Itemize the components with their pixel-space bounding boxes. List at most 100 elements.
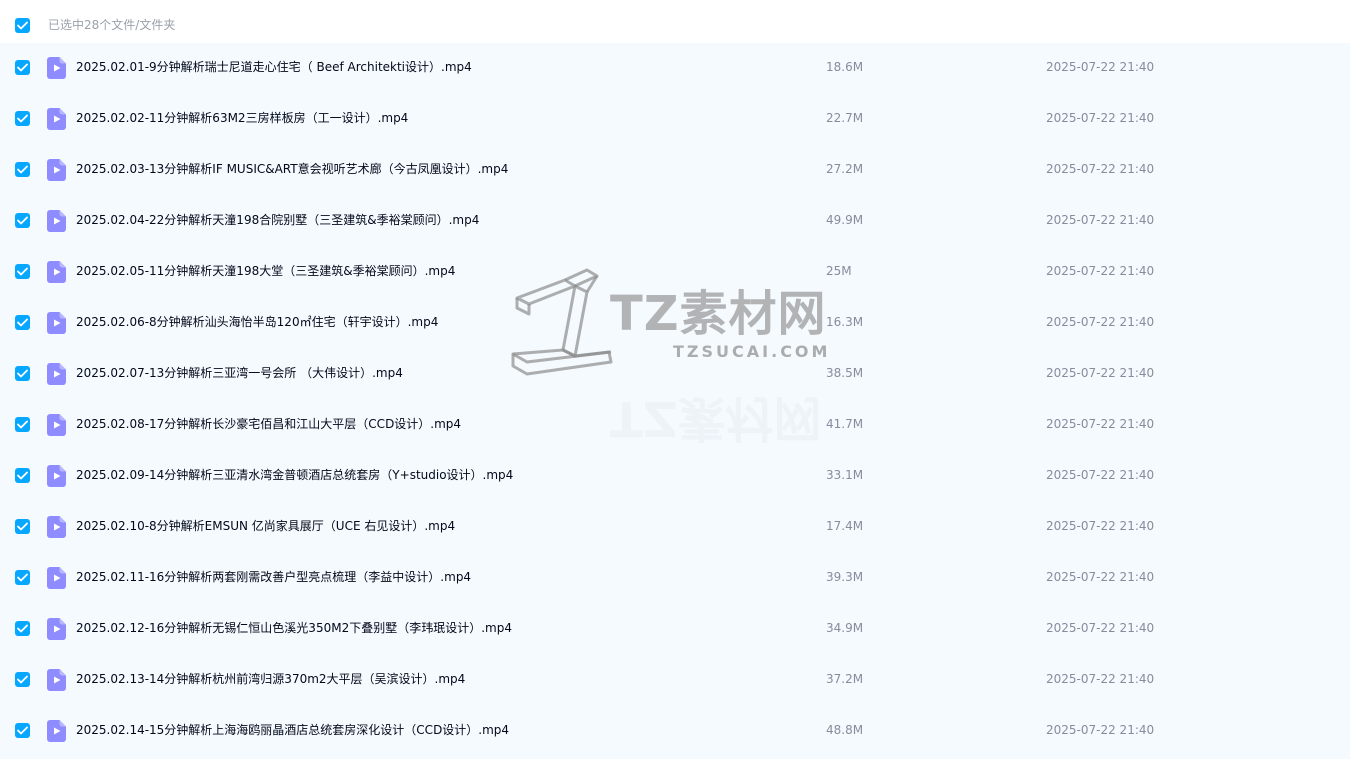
- video-file-icon: [47, 414, 66, 436]
- file-row[interactable]: 2025.02.12-16分钟解析无锡仁恒山色溪光350M2下叠别墅（李玮珉设计…: [0, 604, 1350, 655]
- file-modified-date: 2025-07-22 21:40: [1046, 570, 1155, 584]
- selection-count-text: 已选中28个文件/文件夹: [48, 18, 176, 32]
- file-size: 37.2M: [826, 672, 864, 686]
- check-icon: [17, 573, 28, 582]
- file-size: 41.7M: [826, 417, 864, 431]
- file-checkbox[interactable]: [15, 672, 30, 687]
- file-modified-date: 2025-07-22 21:40: [1046, 60, 1155, 74]
- video-file-icon: [47, 261, 66, 283]
- file-modified-date: 2025-07-22 21:40: [1046, 264, 1155, 278]
- check-icon: [17, 318, 28, 327]
- file-size: 18.6M: [826, 60, 864, 74]
- file-size: 33.1M: [826, 468, 864, 482]
- video-file-icon: [47, 210, 66, 232]
- file-checkbox[interactable]: [15, 468, 30, 483]
- file-row[interactable]: 2025.02.07-13分钟解析三亚湾一号会所 （大伟设计）.mp4 38.5M…: [0, 349, 1350, 400]
- file-name[interactable]: 2025.02.08-17分钟解析长沙豪宅佰昌和江山大平层（CCD设计）.mp4: [76, 416, 461, 433]
- check-icon: [17, 267, 28, 276]
- file-modified-date: 2025-07-22 21:40: [1046, 723, 1155, 737]
- file-modified-date: 2025-07-22 21:40: [1046, 162, 1155, 176]
- file-size: 38.5M: [826, 366, 864, 380]
- check-icon: [17, 369, 28, 378]
- file-size: 49.9M: [826, 213, 864, 227]
- file-list: 2025.02.01-9分钟解析瑞士尼道走心住宅（ Beef Architekt…: [0, 43, 1350, 759]
- video-file-icon: [47, 312, 66, 334]
- selection-header: 已选中28个文件/文件夹: [0, 0, 1350, 43]
- video-file-icon: [47, 363, 66, 385]
- file-checkbox[interactable]: [15, 417, 30, 432]
- check-icon: [17, 471, 28, 480]
- file-name[interactable]: 2025.02.07-13分钟解析三亚湾一号会所 （大伟设计）.mp4: [76, 365, 403, 382]
- check-icon: [17, 114, 28, 123]
- video-file-icon: [47, 108, 66, 130]
- video-file-icon: [47, 465, 66, 487]
- file-row[interactable]: 2025.02.11-16分钟解析两套刚需改善户型亮点梳理（李益中设计）.mp4…: [0, 553, 1350, 604]
- file-name[interactable]: 2025.02.09-14分钟解析三亚清水湾金普顿酒店总统套房（Y+studio…: [76, 467, 513, 484]
- file-checkbox[interactable]: [15, 111, 30, 126]
- file-size: 34.9M: [826, 621, 864, 635]
- file-modified-date: 2025-07-22 21:40: [1046, 366, 1155, 380]
- file-size: 48.8M: [826, 723, 864, 737]
- file-row[interactable]: 2025.02.06-8分钟解析汕头海怡半岛120㎡住宅（轩宇设计）.mp4 16…: [0, 298, 1350, 349]
- video-file-icon: [47, 618, 66, 640]
- file-checkbox[interactable]: [15, 60, 30, 75]
- file-row[interactable]: 2025.02.13-14分钟解析杭州前湾归源370m2大平层（吴滨设计）.mp…: [0, 655, 1350, 706]
- file-row[interactable]: 2025.02.05-11分钟解析天潼198大堂（三圣建筑&季裕棠顾问）.mp4…: [0, 247, 1350, 298]
- file-row[interactable]: 2025.02.09-14分钟解析三亚清水湾金普顿酒店总统套房（Y+studio…: [0, 451, 1350, 502]
- file-size: 27.2M: [826, 162, 864, 176]
- file-row[interactable]: 2025.02.01-9分钟解析瑞士尼道走心住宅（ Beef Architekt…: [0, 43, 1350, 94]
- file-name[interactable]: 2025.02.02-11分钟解析63M2三房样板房（工一设计）.mp4: [76, 110, 408, 127]
- file-row[interactable]: 2025.02.02-11分钟解析63M2三房样板房（工一设计）.mp4 22.7…: [0, 94, 1350, 145]
- check-icon: [17, 165, 28, 174]
- video-file-icon: [47, 567, 66, 589]
- file-checkbox[interactable]: [15, 366, 30, 381]
- file-checkbox[interactable]: [15, 315, 30, 330]
- file-modified-date: 2025-07-22 21:40: [1046, 417, 1155, 431]
- file-size: 17.4M: [826, 519, 864, 533]
- file-size: 25M: [826, 264, 852, 278]
- file-checkbox[interactable]: [15, 264, 30, 279]
- file-modified-date: 2025-07-22 21:40: [1046, 621, 1155, 635]
- file-checkbox[interactable]: [15, 570, 30, 585]
- file-row[interactable]: 2025.02.03-13分钟解析IF MUSIC&ART意会视听艺术廊（今古凤…: [0, 145, 1350, 196]
- file-size: 39.3M: [826, 570, 864, 584]
- file-name[interactable]: 2025.02.14-15分钟解析上海海鸥丽晶酒店总统套房深化设计（CCD设计）…: [76, 722, 509, 739]
- check-icon: [17, 675, 28, 684]
- file-name[interactable]: 2025.02.01-9分钟解析瑞士尼道走心住宅（ Beef Architekt…: [76, 59, 472, 76]
- video-file-icon: [47, 669, 66, 691]
- file-name[interactable]: 2025.02.10-8分钟解析EMSUN 亿尚家具展厅（UCE 右见设计）.m…: [76, 518, 455, 535]
- file-size: 22.7M: [826, 111, 864, 125]
- video-file-icon: [47, 516, 66, 538]
- select-all-checkbox[interactable]: [15, 18, 30, 33]
- file-modified-date: 2025-07-22 21:40: [1046, 672, 1155, 686]
- check-icon: [17, 63, 28, 72]
- file-modified-date: 2025-07-22 21:40: [1046, 213, 1155, 227]
- file-checkbox[interactable]: [15, 723, 30, 738]
- file-modified-date: 2025-07-22 21:40: [1046, 519, 1155, 533]
- file-name[interactable]: 2025.02.11-16分钟解析两套刚需改善户型亮点梳理（李益中设计）.mp4: [76, 569, 471, 586]
- file-row[interactable]: 2025.02.14-15分钟解析上海海鸥丽晶酒店总统套房深化设计（CCD设计）…: [0, 706, 1350, 757]
- file-list-page: 已选中28个文件/文件夹 2025.02.01-9分钟解析瑞士尼道走心住宅（ B…: [0, 0, 1350, 759]
- check-icon: [17, 522, 28, 531]
- file-name[interactable]: 2025.02.03-13分钟解析IF MUSIC&ART意会视听艺术廊（今古凤…: [76, 161, 508, 178]
- file-checkbox[interactable]: [15, 519, 30, 534]
- check-icon: [17, 21, 28, 30]
- video-file-icon: [47, 57, 66, 79]
- file-name[interactable]: 2025.02.04-22分钟解析天潼198合院别墅（三圣建筑&季裕棠顾问）.m…: [76, 212, 479, 229]
- file-name[interactable]: 2025.02.05-11分钟解析天潼198大堂（三圣建筑&季裕棠顾问）.mp4: [76, 263, 455, 280]
- video-file-icon: [47, 159, 66, 181]
- file-name[interactable]: 2025.02.13-14分钟解析杭州前湾归源370m2大平层（吴滨设计）.mp…: [76, 671, 465, 688]
- file-checkbox[interactable]: [15, 621, 30, 636]
- file-checkbox[interactable]: [15, 213, 30, 228]
- check-icon: [17, 216, 28, 225]
- file-name[interactable]: 2025.02.12-16分钟解析无锡仁恒山色溪光350M2下叠别墅（李玮珉设计…: [76, 620, 512, 637]
- file-row[interactable]: 2025.02.08-17分钟解析长沙豪宅佰昌和江山大平层（CCD设计）.mp4…: [0, 400, 1350, 451]
- file-name[interactable]: 2025.02.06-8分钟解析汕头海怡半岛120㎡住宅（轩宇设计）.mp4: [76, 314, 438, 331]
- file-checkbox[interactable]: [15, 162, 30, 177]
- file-modified-date: 2025-07-22 21:40: [1046, 315, 1155, 329]
- file-row[interactable]: 2025.02.10-8分钟解析EMSUN 亿尚家具展厅（UCE 右见设计）.m…: [0, 502, 1350, 553]
- file-size: 16.3M: [826, 315, 864, 329]
- file-row[interactable]: 2025.02.04-22分钟解析天潼198合院别墅（三圣建筑&季裕棠顾问）.m…: [0, 196, 1350, 247]
- check-icon: [17, 420, 28, 429]
- check-icon: [17, 624, 28, 633]
